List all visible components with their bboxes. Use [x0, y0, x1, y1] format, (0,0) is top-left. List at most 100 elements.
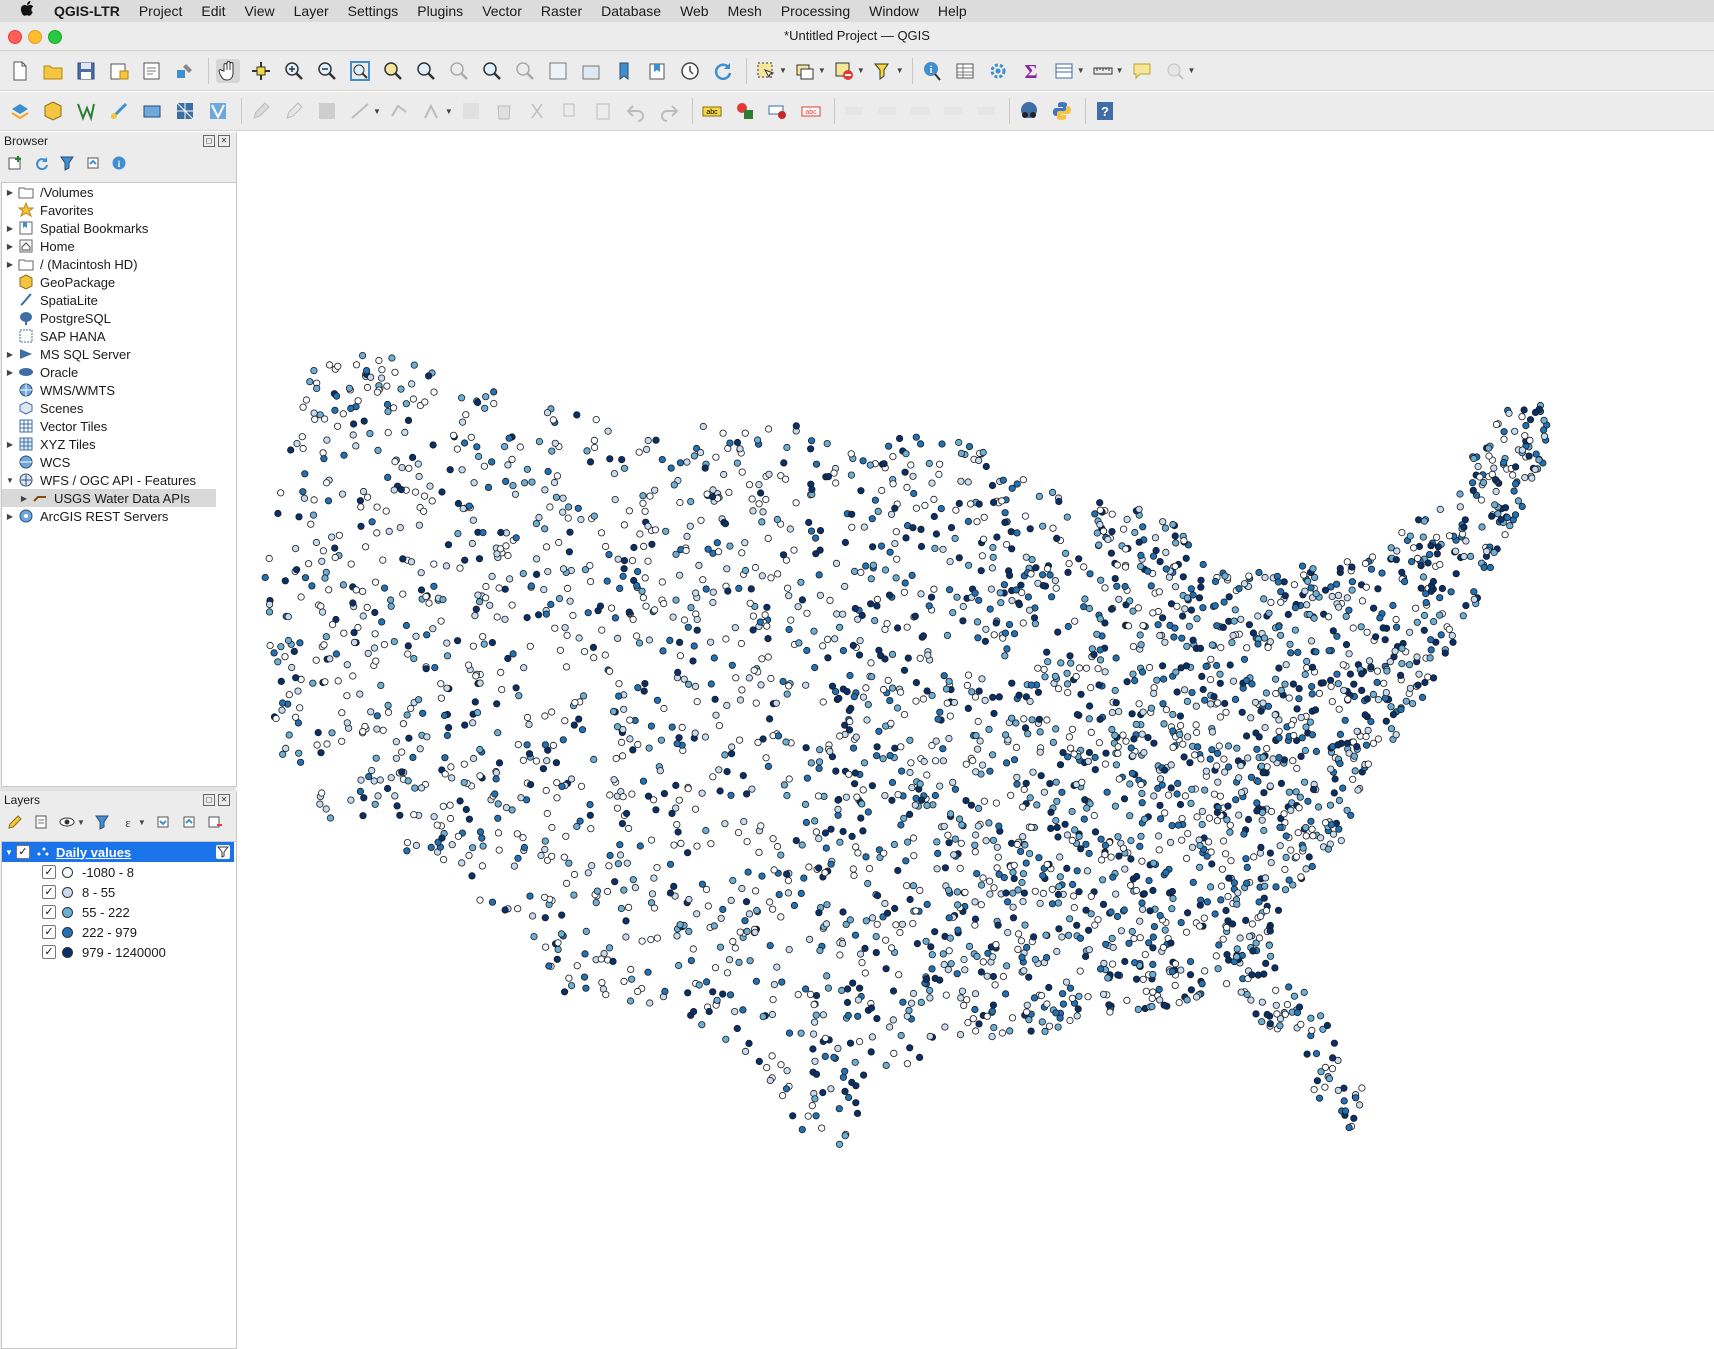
- station-point[interactable]: [1188, 785, 1196, 793]
- station-point[interactable]: [403, 847, 411, 855]
- station-point[interactable]: [1518, 446, 1527, 454]
- station-point[interactable]: [1025, 973, 1033, 981]
- station-point[interactable]: [1195, 594, 1204, 602]
- browser-item-wfs-ogc-api-features[interactable]: ▼ WFS / OGC API - Features: [2, 471, 236, 489]
- station-point[interactable]: [823, 635, 832, 643]
- station-point[interactable]: [320, 455, 328, 463]
- station-point[interactable]: [322, 805, 330, 813]
- station-point[interactable]: [365, 772, 373, 781]
- station-point[interactable]: [1012, 586, 1020, 594]
- station-point[interactable]: [982, 462, 990, 471]
- station-point[interactable]: [896, 688, 905, 696]
- station-point[interactable]: [313, 384, 321, 392]
- station-point[interactable]: [1159, 943, 1168, 952]
- station-point[interactable]: [338, 709, 346, 717]
- station-point[interactable]: [1136, 562, 1145, 571]
- station-point[interactable]: [1044, 658, 1052, 666]
- station-point[interactable]: [384, 473, 392, 481]
- station-point[interactable]: [1108, 960, 1117, 968]
- station-point[interactable]: [1122, 545, 1130, 553]
- station-point[interactable]: [860, 759, 869, 767]
- station-point[interactable]: [332, 650, 341, 658]
- station-point[interactable]: [1263, 1010, 1271, 1019]
- station-point[interactable]: [1019, 870, 1028, 878]
- station-point[interactable]: [827, 1085, 835, 1093]
- station-point[interactable]: [865, 864, 874, 873]
- station-point[interactable]: [783, 443, 791, 452]
- station-point[interactable]: [460, 760, 468, 768]
- station-point[interactable]: [1168, 821, 1176, 830]
- station-point[interactable]: [274, 509, 282, 518]
- station-point[interactable]: [430, 388, 438, 396]
- station-point[interactable]: [676, 652, 684, 660]
- station-point[interactable]: [1156, 911, 1164, 920]
- station-point[interactable]: [909, 472, 917, 480]
- station-point[interactable]: [1224, 802, 1232, 810]
- station-point[interactable]: [1308, 1026, 1316, 1035]
- station-point[interactable]: [1336, 759, 1344, 768]
- browser-item-geopackage[interactable]: GeoPackage: [2, 273, 236, 291]
- station-point[interactable]: [458, 466, 466, 474]
- station-point[interactable]: [819, 1011, 828, 1019]
- station-point[interactable]: [1073, 710, 1082, 719]
- station-point[interactable]: [857, 814, 865, 822]
- station-point[interactable]: [309, 511, 318, 519]
- station-point[interactable]: [843, 985, 852, 993]
- station-point[interactable]: [636, 530, 644, 538]
- station-point[interactable]: [1392, 615, 1400, 624]
- station-point[interactable]: [677, 839, 685, 848]
- station-point[interactable]: [689, 945, 697, 953]
- station-point[interactable]: [1149, 960, 1157, 969]
- station-point[interactable]: [706, 638, 715, 646]
- station-point[interactable]: [871, 496, 880, 504]
- station-point[interactable]: [656, 767, 664, 775]
- station-point[interactable]: [922, 937, 930, 945]
- station-point[interactable]: [862, 562, 870, 570]
- station-point[interactable]: [1138, 905, 1147, 913]
- station-point[interactable]: [1331, 775, 1339, 783]
- station-point[interactable]: [1283, 1000, 1292, 1009]
- station-point[interactable]: [379, 556, 387, 564]
- station-point[interactable]: [578, 726, 587, 734]
- station-point[interactable]: [628, 790, 636, 798]
- station-point[interactable]: [802, 744, 810, 752]
- station-point[interactable]: [826, 747, 834, 756]
- station-point[interactable]: [783, 1067, 791, 1075]
- station-point[interactable]: [359, 812, 367, 820]
- station-point[interactable]: [409, 395, 417, 403]
- station-point[interactable]: [1272, 675, 1280, 683]
- station-point[interactable]: [1245, 572, 1253, 580]
- station-point[interactable]: [945, 677, 953, 685]
- station-point[interactable]: [296, 704, 304, 712]
- station-point[interactable]: [1131, 676, 1139, 685]
- station-point[interactable]: [745, 674, 753, 682]
- station-point[interactable]: [293, 439, 301, 448]
- station-point[interactable]: [1038, 571, 1047, 579]
- station-point[interactable]: [940, 822, 948, 830]
- station-point[interactable]: [603, 577, 611, 585]
- station-point[interactable]: [887, 510, 896, 518]
- station-point[interactable]: [1187, 799, 1195, 808]
- station-point[interactable]: [682, 546, 690, 555]
- station-point[interactable]: [975, 456, 983, 464]
- station-point[interactable]: [617, 738, 626, 747]
- station-point[interactable]: [1007, 791, 1015, 799]
- zoom-to-selection-icon[interactable]: [381, 59, 405, 83]
- station-point[interactable]: [1069, 892, 1078, 900]
- station-point[interactable]: [1315, 1094, 1324, 1102]
- station-point[interactable]: [807, 437, 816, 445]
- station-point[interactable]: [708, 493, 717, 501]
- station-point[interactable]: [848, 523, 856, 531]
- station-point[interactable]: [1237, 762, 1245, 770]
- station-point[interactable]: [447, 763, 455, 771]
- station-point[interactable]: [1229, 631, 1237, 640]
- station-point[interactable]: [474, 398, 482, 406]
- zoom-full-icon[interactable]: [348, 59, 372, 83]
- station-point[interactable]: [319, 547, 328, 555]
- station-point[interactable]: [469, 719, 477, 727]
- station-point[interactable]: [1470, 588, 1478, 596]
- station-point[interactable]: [405, 464, 413, 472]
- station-point[interactable]: [1308, 690, 1316, 698]
- station-point[interactable]: [519, 569, 527, 578]
- station-point[interactable]: [565, 859, 573, 867]
